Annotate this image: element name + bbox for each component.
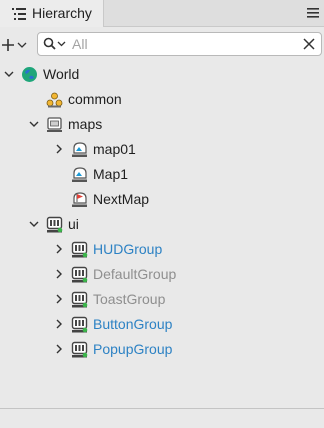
expand-arrow-right-icon[interactable] [54, 319, 64, 329]
add-dropdown-button[interactable] [2, 36, 32, 54]
tree-item-label: ButtonGroup [93, 316, 173, 332]
tree-item-ui[interactable]: ui [0, 212, 324, 237]
map-flag-icon [72, 192, 87, 207]
tab-hierarchy[interactable]: Hierarchy [0, 0, 104, 27]
search-input[interactable] [72, 35, 298, 53]
tree-item-label: NextMap [93, 191, 150, 207]
tree-item-buttongroup[interactable]: ButtonGroup [0, 312, 324, 337]
tree-item-label: PopupGroup [93, 341, 173, 357]
ui-group-icon [71, 291, 88, 308]
panel-tab-bar: Hierarchy [0, 0, 324, 27]
map-icon [72, 167, 87, 182]
clear-search-icon[interactable] [303, 38, 315, 50]
panel-footer [0, 409, 324, 428]
tree-item-hudgroup[interactable]: HUDGroup [0, 237, 324, 262]
scene-folder-icon [47, 117, 62, 132]
expand-arrow-down-icon[interactable] [29, 219, 39, 229]
expand-arrow-down-icon[interactable] [4, 69, 14, 79]
tree-item-label: World [43, 66, 80, 82]
ui-group-icon [71, 241, 88, 258]
ui-group-icon [71, 316, 88, 333]
tree-item-label: HUDGroup [93, 241, 163, 257]
expand-arrow-down-icon[interactable] [29, 119, 39, 129]
globe-icon [22, 67, 37, 82]
expand-arrow-right-icon[interactable] [54, 144, 64, 154]
ui-group-icon [71, 266, 88, 283]
ui-group-icon [71, 341, 88, 358]
ui-icon [46, 216, 63, 233]
panel-title: Hierarchy [32, 5, 92, 21]
search-box [37, 32, 322, 56]
tree-item-maps[interactable]: maps [0, 112, 324, 137]
expand-arrow-right-icon[interactable] [54, 269, 64, 279]
tree-item-common[interactable]: common [0, 87, 324, 112]
tree-item-label: ToastGroup [93, 291, 166, 307]
shared-prefab-icon [46, 92, 63, 108]
tree-item-label: DefaultGroup [93, 266, 177, 282]
expand-arrow-right-icon[interactable] [54, 244, 64, 254]
tree-item-label: map01 [93, 141, 136, 157]
tree-item-label: maps [68, 116, 103, 132]
hierarchy-list-icon [12, 8, 26, 20]
map-icon [72, 142, 87, 157]
tree-item-label: Map1 [93, 166, 129, 182]
expand-arrow-right-icon[interactable] [54, 294, 64, 304]
tree-item-popupgroup[interactable]: PopupGroup [0, 337, 324, 362]
expand-arrow-right-icon[interactable] [54, 344, 64, 354]
search-icon[interactable] [43, 37, 67, 51]
tree-item-nextmap[interactable]: NextMap [0, 187, 324, 212]
panel-menu-icon[interactable] [306, 6, 320, 20]
tree-item-label: ui [68, 216, 79, 232]
tree-item-defaultgroup[interactable]: DefaultGroup [0, 262, 324, 287]
tree-item-label: common [68, 91, 122, 107]
tree-item-toastgroup[interactable]: ToastGroup [0, 287, 324, 312]
tree-item-map01[interactable]: map01 [0, 137, 324, 162]
tree-item-map1[interactable]: Map1 [0, 162, 324, 187]
tree-item-world[interactable]: World [0, 62, 324, 87]
